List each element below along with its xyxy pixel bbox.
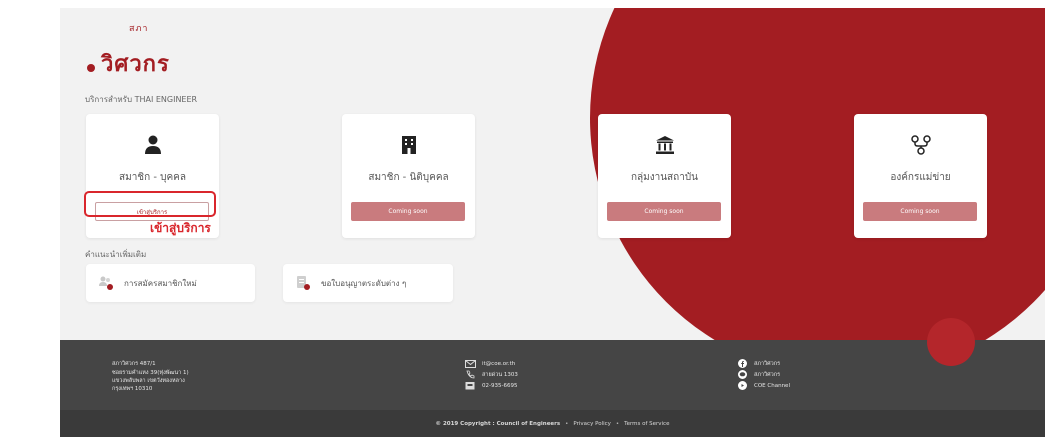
contact-hotline[interactable]: สายด่วน 1303 [464,369,518,380]
mail-icon [464,359,476,368]
contact-email[interactable]: it@coe.or.th [464,358,518,369]
license-request-link[interactable]: ขอใบอนุญาตระดับต่าง ๆ [283,264,453,302]
new-member-icon [98,275,114,291]
youtube-link[interactable]: COE Channel [736,380,790,391]
line-link[interactable]: สภาวิศวกร [736,369,790,380]
footer-address: สภาวิศวกร 487/1 ซอยรามคำแหง 39(ทุ่งพัฒนา… [112,358,189,393]
privacy-policy-link[interactable]: Privacy Policy [573,421,610,427]
card-host-organization[interactable]: องค์กรแม่ข่าย Coming soon [854,114,987,238]
youtube-icon [736,381,748,390]
terms-of-service-link[interactable]: Terms of Service [624,421,669,427]
person-icon [86,134,219,156]
card-title: สมาชิก - นิติบุคคล [368,172,449,183]
copyright-bar: © 2019 Copyright : Council of Engineers … [60,410,1045,437]
office-phone-icon [464,381,476,390]
coming-soon-button[interactable]: Coming soon [863,202,977,221]
footer-social: สภาวิศวกร สภาวิศวกร COE Channel [736,358,790,391]
card-title: สมาชิก - บุคคล [119,172,186,183]
decorative-small-circle [927,318,975,366]
license-label: ขอใบอนุญาตระดับต่าง ๆ [321,278,407,288]
card-title: กลุ่มงานสถาบัน [630,172,699,183]
youtube-text: COE Channel [754,382,790,389]
separator: • [565,420,569,427]
copyright-text: © 2019 Copyright : Council of Engineers [435,420,561,427]
more-info-label: คำแนะนำเพิ่มเติม [85,250,147,259]
building-icon [342,134,475,156]
facebook-text: สภาวิศวกร [754,360,781,367]
logo-text: วิศวกร [101,52,170,77]
services-subtitle: บริการสำหรับ THAI ENGINEER [85,95,198,104]
footer: สภาวิศวกร 487/1 ซอยรามคำแหง 39(ทุ่งพัฒนา… [60,340,1045,410]
phone-icon [464,370,476,379]
annotation-label: เข้าสู่บริการ [150,221,211,235]
address-line: ซอยรามคำแหง 39(ทุ่งพัฒนา 1) [112,370,189,376]
new-member-link[interactable]: การสมัครสมาชิกใหม่ [86,264,255,302]
institution-icon [598,134,731,156]
facebook-icon [736,359,748,368]
line-icon [736,370,748,379]
facebook-link[interactable]: สภาวิศวกร [736,358,790,369]
new-member-label: การสมัครสมาชิกใหม่ [124,278,197,288]
logo-small-text: สภา [129,24,149,34]
hotline-text: สายด่วน 1303 [482,371,518,378]
address-line: แขวงพลับพลา เขตวังทองหลาง [112,378,185,384]
coming-soon-button[interactable]: Coming soon [351,202,465,221]
contact-phone[interactable]: 02-935-6695 [464,380,518,391]
highlight-box [84,191,216,217]
email-text: it@coe.or.th [482,360,516,367]
network-icon [854,134,987,156]
address-line: กรุงเทพฯ 10310 [112,386,153,392]
coming-soon-button[interactable]: Coming soon [607,202,721,221]
line-text: สภาวิศวกร [754,371,781,378]
address-line: สภาวิศวกร 487/1 [112,360,156,367]
card-juristic-member[interactable]: สมาชิก - นิติบุคคล Coming soon [342,114,475,238]
license-icon [295,275,311,291]
phone-text: 02-935-6695 [482,382,518,389]
page: สภา วิศวกร บริการสำหรับ THAI ENGINEER สม… [0,0,1055,437]
main-area: สภา วิศวกร บริการสำหรับ THAI ENGINEER สม… [60,8,1045,340]
card-institution-group[interactable]: กลุ่มงานสถาบัน Coming soon [598,114,731,238]
separator: • [615,420,620,427]
footer-contact: it@coe.or.th สายด่วน 1303 02-935-6695 [464,358,518,391]
logo-dot [87,64,95,72]
card-title: องค์กรแม่ข่าย [890,172,951,183]
